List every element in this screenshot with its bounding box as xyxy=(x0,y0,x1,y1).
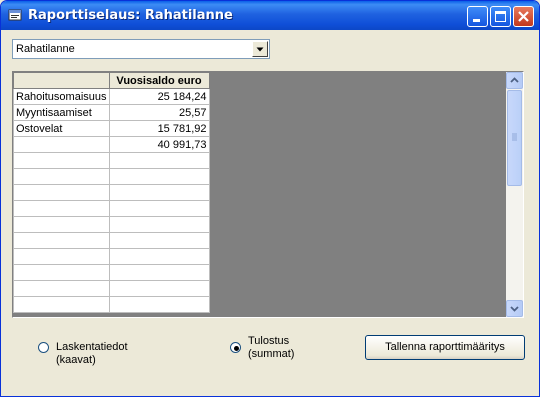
table-row[interactable] xyxy=(13,168,210,185)
report-window: Raporttiselaus: Rahatilanne Rahatilanne … xyxy=(0,0,540,397)
row-label: Ostovelat xyxy=(13,120,110,137)
row-value xyxy=(108,232,210,249)
title-bar[interactable]: Raporttiselaus: Rahatilanne xyxy=(1,1,539,30)
vertical-scrollbar[interactable] xyxy=(506,72,523,317)
table-row[interactable]: Myyntisaamiset 25,57 xyxy=(13,104,210,121)
row-value xyxy=(108,264,210,281)
row-value xyxy=(108,200,210,217)
report-table: Vuosisaldo euro Rahoitusomaisuus 25 184,2… xyxy=(13,72,210,313)
table-row[interactable]: 40 991,73 xyxy=(13,136,210,153)
table-row[interactable] xyxy=(13,184,210,201)
minimize-icon xyxy=(473,19,480,22)
row-value: 15 781,92 xyxy=(108,120,210,137)
app-icon xyxy=(8,9,22,21)
row-label xyxy=(13,184,110,201)
row-label xyxy=(13,248,110,265)
row-value xyxy=(108,296,210,313)
table-header-row: Vuosisaldo euro xyxy=(13,72,210,89)
chevron-down-icon xyxy=(510,306,519,312)
row-header-cell xyxy=(13,72,110,89)
row-label xyxy=(13,232,110,249)
row-label xyxy=(13,152,110,169)
row-label xyxy=(13,200,110,217)
table-row[interactable]: Ostovelat 15 781,92 xyxy=(13,120,210,137)
column-header[interactable]: Vuosisaldo euro xyxy=(108,72,210,89)
table-row[interactable] xyxy=(13,152,210,169)
report-select-value: Rahatilanne xyxy=(16,43,75,55)
scroll-up-button[interactable] xyxy=(506,72,523,89)
close-button[interactable] xyxy=(513,6,534,27)
table-row[interactable] xyxy=(13,216,210,233)
row-value xyxy=(108,168,210,185)
table-row[interactable] xyxy=(13,264,210,281)
scroll-thumb[interactable] xyxy=(507,90,522,186)
radio-selected-dot xyxy=(234,346,239,351)
report-select[interactable]: Rahatilanne xyxy=(12,39,270,59)
close-icon xyxy=(518,11,529,22)
row-label xyxy=(13,264,110,281)
row-value: 40 991,73 xyxy=(108,136,210,153)
row-value xyxy=(108,248,210,265)
row-label xyxy=(13,296,110,313)
maximize-icon xyxy=(495,11,506,22)
save-report-button[interactable]: Tallenna raporttimääritys xyxy=(365,335,525,360)
row-label xyxy=(13,136,110,153)
window-title: Raporttiselaus: Rahatilanne xyxy=(28,8,233,23)
print-radio-label-1: Tulostus xyxy=(248,335,290,347)
row-value: 25,57 xyxy=(108,104,210,121)
scroll-down-button[interactable] xyxy=(506,300,523,317)
calc-radio-label: Laskentatiedot (kaavat) xyxy=(56,341,128,366)
chevron-down-icon xyxy=(256,47,264,52)
table-row[interactable] xyxy=(13,200,210,217)
row-label xyxy=(13,168,110,185)
row-label xyxy=(13,216,110,233)
print-radio-label-2: (summat) xyxy=(248,348,295,360)
table-row[interactable] xyxy=(13,232,210,249)
radio-circle[interactable] xyxy=(38,342,49,353)
row-label xyxy=(13,280,110,297)
row-label: Myyntisaamiset xyxy=(13,104,110,121)
radio-circle[interactable] xyxy=(230,342,241,353)
table-row[interactable] xyxy=(13,248,210,265)
row-value xyxy=(108,184,210,201)
row-value xyxy=(108,216,210,233)
grip-icon xyxy=(512,133,517,141)
table-row[interactable] xyxy=(13,280,210,297)
dropdown-button[interactable] xyxy=(252,41,268,57)
table-row[interactable]: Rahoitusomaisuus 25 184,24 xyxy=(13,88,210,105)
minimize-button[interactable] xyxy=(467,6,488,27)
row-value xyxy=(108,280,210,297)
table-row[interactable] xyxy=(13,296,210,313)
row-value xyxy=(108,152,210,169)
maximize-button[interactable] xyxy=(490,6,511,27)
chevron-up-icon xyxy=(510,77,519,83)
row-label: Rahoitusomaisuus xyxy=(13,88,110,105)
report-grid[interactable]: Vuosisaldo euro Rahoitusomaisuus 25 184,2… xyxy=(12,71,524,318)
row-value: 25 184,24 xyxy=(108,88,210,105)
